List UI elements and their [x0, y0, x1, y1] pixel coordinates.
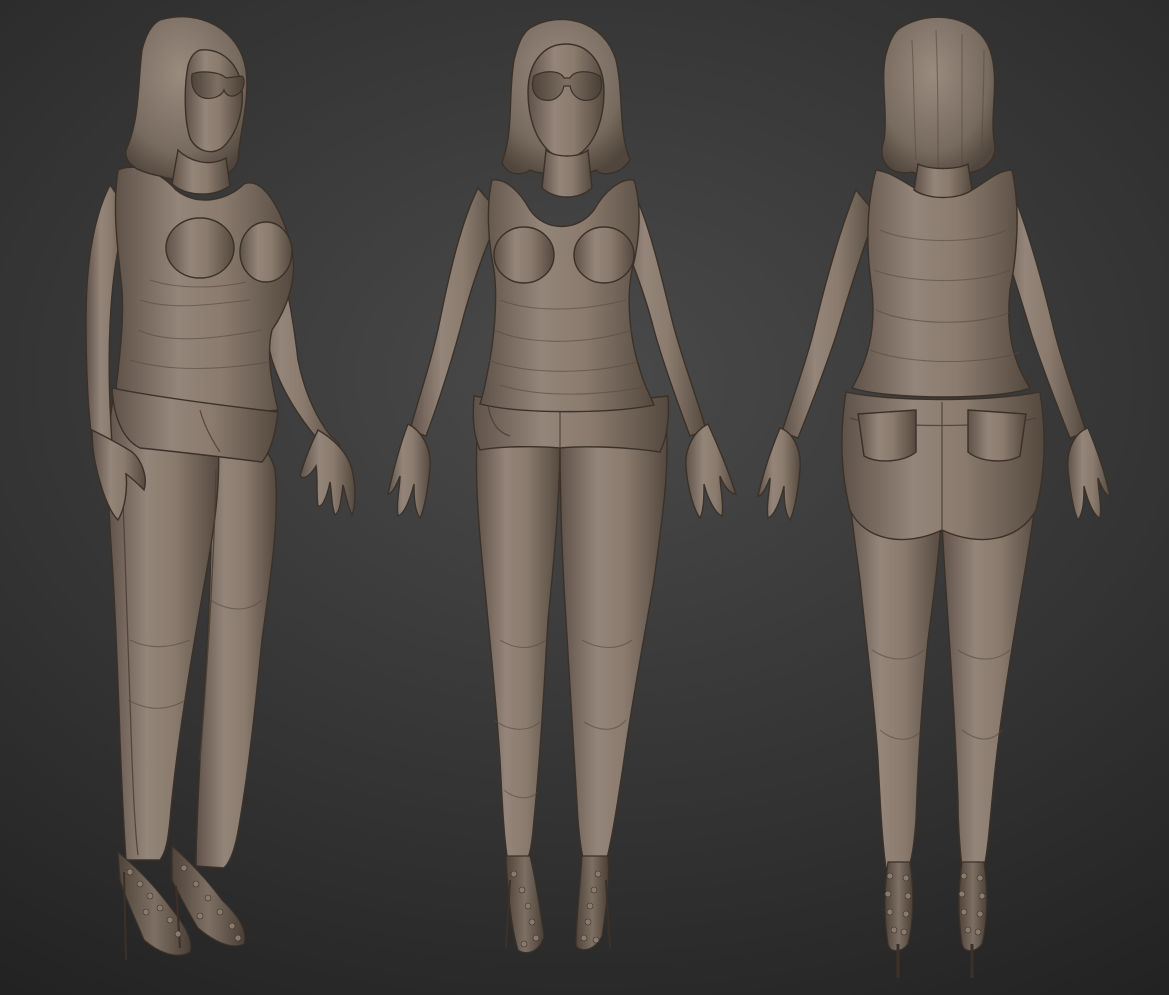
neck	[913, 162, 973, 199]
left-leg	[559, 419, 668, 863]
right-leg	[475, 419, 561, 863]
neck	[541, 148, 593, 198]
back-view	[757, 16, 1111, 978]
right-hand	[387, 423, 431, 520]
left-shoe	[575, 855, 610, 951]
tank-top	[114, 166, 295, 413]
three-quarter-view	[85, 16, 356, 961]
right-hand	[1067, 427, 1111, 522]
left-hand	[685, 423, 737, 520]
back-pocket-left	[857, 409, 917, 462]
front-view	[387, 18, 737, 954]
chest-right	[573, 226, 635, 284]
tank-top-back	[850, 169, 1032, 398]
sculpt-viewport[interactable]	[0, 0, 1169, 995]
figure-renders	[85, 16, 1111, 978]
back-pocket-right	[967, 409, 1027, 462]
left-hand	[757, 427, 801, 522]
chest-right	[239, 221, 293, 283]
chest-left	[493, 226, 555, 284]
tank-top	[479, 179, 655, 413]
back-hand	[299, 429, 356, 517]
chest-left	[165, 217, 235, 279]
